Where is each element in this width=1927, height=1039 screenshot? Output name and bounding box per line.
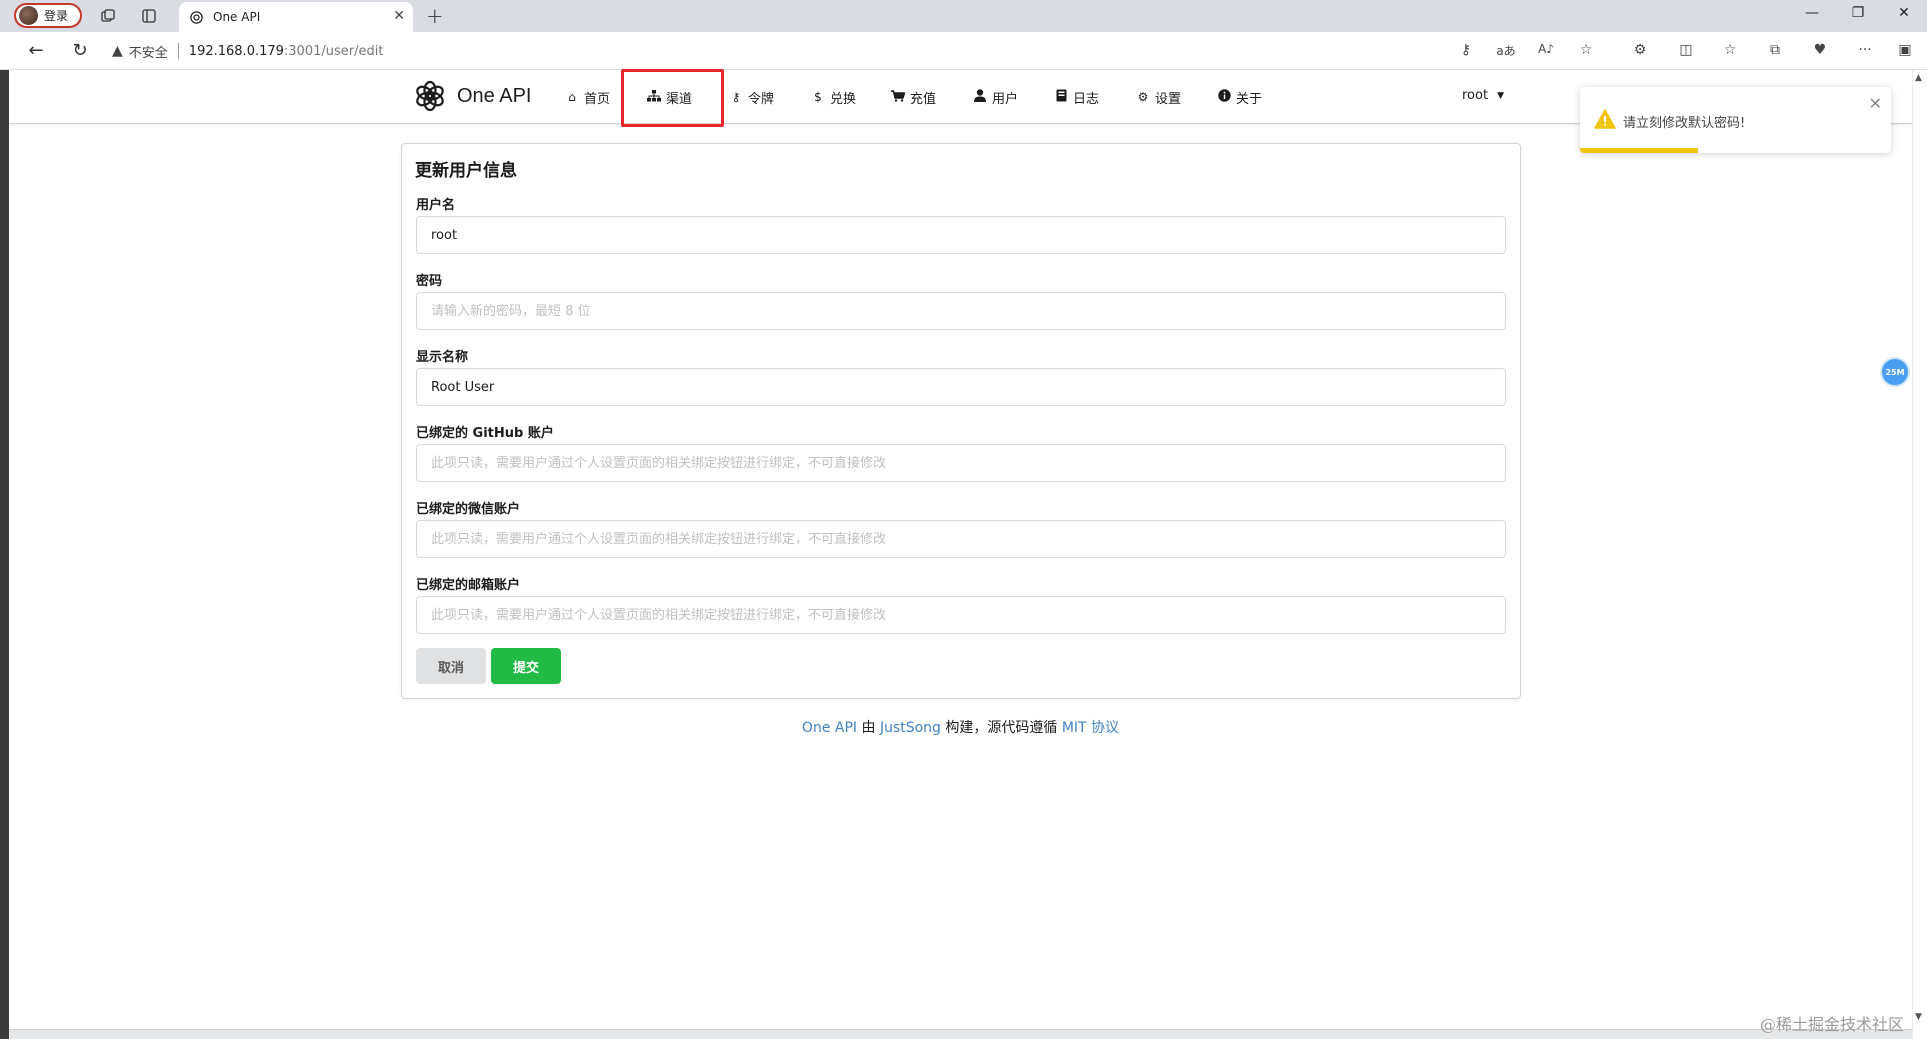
url-field[interactable]: ▲ 不安全 192.168.0.179:3001/user/edit [112,37,1472,65]
tab-title: One API [213,10,261,24]
nav-label: 兑换 [830,91,857,107]
nav-item-users[interactable]: 用户 [973,88,1019,107]
url-divider [177,43,179,59]
submit-button[interactable]: 提交 [491,648,561,684]
brand-name: One API [457,84,532,107]
nav-item-topup[interactable]: 充值 [891,88,937,107]
nav-label: 首页 [584,91,611,107]
scrollbar[interactable] [1912,70,1927,1039]
display-name-input[interactable] [416,368,1506,406]
collections-icon[interactable]: ⧉ [1765,42,1785,58]
window-left-edge [0,70,9,1039]
profile-avatar [19,6,38,25]
email-account-input[interactable] [416,596,1506,634]
toast-progress-bar [1580,148,1698,153]
nav-label: 用户 [992,91,1019,107]
browser-tab-strip: 登录 One API ✕ + — ❐ ✕ [0,0,1927,32]
footer-brand-link[interactable]: One API [802,720,857,736]
username-input[interactable] [416,216,1506,254]
minimize-icon[interactable]: — [1797,5,1827,21]
footer-license-link[interactable]: MIT 协议 [1062,720,1119,736]
openai-favicon-icon [190,10,203,24]
security-label: 不安全 [128,45,168,61]
toast-close-icon[interactable]: ✕ [1869,94,1882,113]
brand[interactable]: One API [413,79,532,113]
back-icon[interactable]: ← [24,40,48,61]
nav-label: 令牌 [748,91,775,107]
openai-logo-icon [416,80,444,112]
gear-icon: ⚙ [1137,90,1149,104]
password-key-icon[interactable]: ⚷ [1456,42,1476,58]
refresh-icon[interactable]: ↻ [68,40,92,61]
workspaces-icon[interactable] [98,6,118,26]
tab-actions-icon[interactable] [139,6,159,26]
scroll-down-icon[interactable]: ▼ [1915,1012,1922,1022]
warning-toast: 请立刻修改默认密码! ✕ [1580,87,1891,153]
nav-item-logs[interactable]: 日志 [1054,88,1100,107]
scroll-up-icon[interactable]: ▲ [1915,73,1922,83]
nav-item-redeem[interactable]: $ 兑换 [811,88,857,107]
nav-item-home[interactable]: ⌂ 首页 [565,88,611,107]
warning-triangle-icon [1594,109,1616,129]
page-title: 更新用户信息 [415,161,517,181]
book-icon [1054,89,1068,105]
floating-badge[interactable]: 25M [1880,357,1910,387]
display-name-label: 显示名称 [416,350,469,365]
browser-tab-active[interactable]: One API ✕ [179,2,413,32]
caret-down-icon: ▼ [1497,90,1504,101]
translate-icon[interactable]: aあ [1496,42,1516,59]
watermark: @稀土掘金技术社区 [1760,1015,1905,1034]
user-dropdown[interactable]: root ▼ [1462,88,1504,103]
browser-essentials-icon[interactable]: ♥ [1810,42,1830,58]
split-screen-icon[interactable]: ◫ [1676,42,1696,58]
github-account-input[interactable] [416,444,1506,482]
dollar-icon: $ [814,90,822,104]
footer-text-middle: 构建，源代码遵循 [940,720,1062,736]
home-icon: ⌂ [568,90,576,104]
warning-icon: ▲ [112,43,123,59]
password-label: 密码 [416,274,443,289]
tab-close-icon[interactable]: ✕ [393,8,405,24]
more-menu-icon[interactable]: ··· [1855,42,1875,58]
window-bottom-edge [9,1029,1912,1039]
nav-item-settings[interactable]: ⚙ 设置 [1136,88,1182,107]
new-tab-icon[interactable]: + [426,4,444,28]
nav-label: 日志 [1073,91,1100,107]
wechat-account-label: 已绑定的微信账户 [416,502,521,517]
nav-label: 关于 [1236,91,1263,107]
password-input[interactable] [416,292,1506,330]
annotation-highlight-box [621,69,724,127]
restore-icon[interactable]: ❐ [1843,5,1873,21]
footer: One API 由 JustSong 构建，源代码遵循 MIT 协议 [0,717,1921,737]
footer-text-by: 由 [857,720,880,736]
profile-label: 登录 [44,9,69,23]
key-icon: ⚷ [731,90,741,104]
window-close-icon[interactable]: ✕ [1889,5,1919,21]
wechat-account-input[interactable] [416,520,1506,558]
nav-label: 充值 [910,91,937,107]
sidebar-toggle-icon[interactable]: ▣ [1895,42,1915,58]
nav-item-about[interactable]: 关于 [1217,88,1263,107]
email-account-label: 已绑定的邮箱账户 [416,578,521,593]
address-bar-row: ← ↻ ▲ 不安全 192.168.0.179:3001/user/edit ⚷… [0,32,1927,70]
nav-label: 设置 [1155,91,1182,107]
read-aloud-icon[interactable]: A♪ [1536,42,1556,56]
github-account-label: 已绑定的 GitHub 账户 [416,426,554,441]
user-icon [973,89,987,105]
footer-author-link[interactable]: JustSong [880,720,941,736]
nav-item-tokens[interactable]: ⚷ 令牌 [729,88,775,107]
cart-icon [891,89,906,105]
url-path: :3001/user/edit [283,43,384,59]
user-dropdown-label: root [1462,88,1489,103]
profile-button[interactable]: 登录 [14,3,82,28]
favorite-star-icon[interactable]: ☆ [1576,42,1596,58]
cancel-button[interactable]: 取消 [416,648,486,684]
toast-message: 请立刻修改默认密码! [1623,116,1746,131]
extensions-icon[interactable]: ⚙ [1630,42,1650,58]
info-icon [1217,89,1231,105]
url-host: 192.168.0.179 [188,43,284,59]
favorites-icon[interactable]: ☆ [1720,42,1740,58]
username-label: 用户名 [416,198,456,213]
